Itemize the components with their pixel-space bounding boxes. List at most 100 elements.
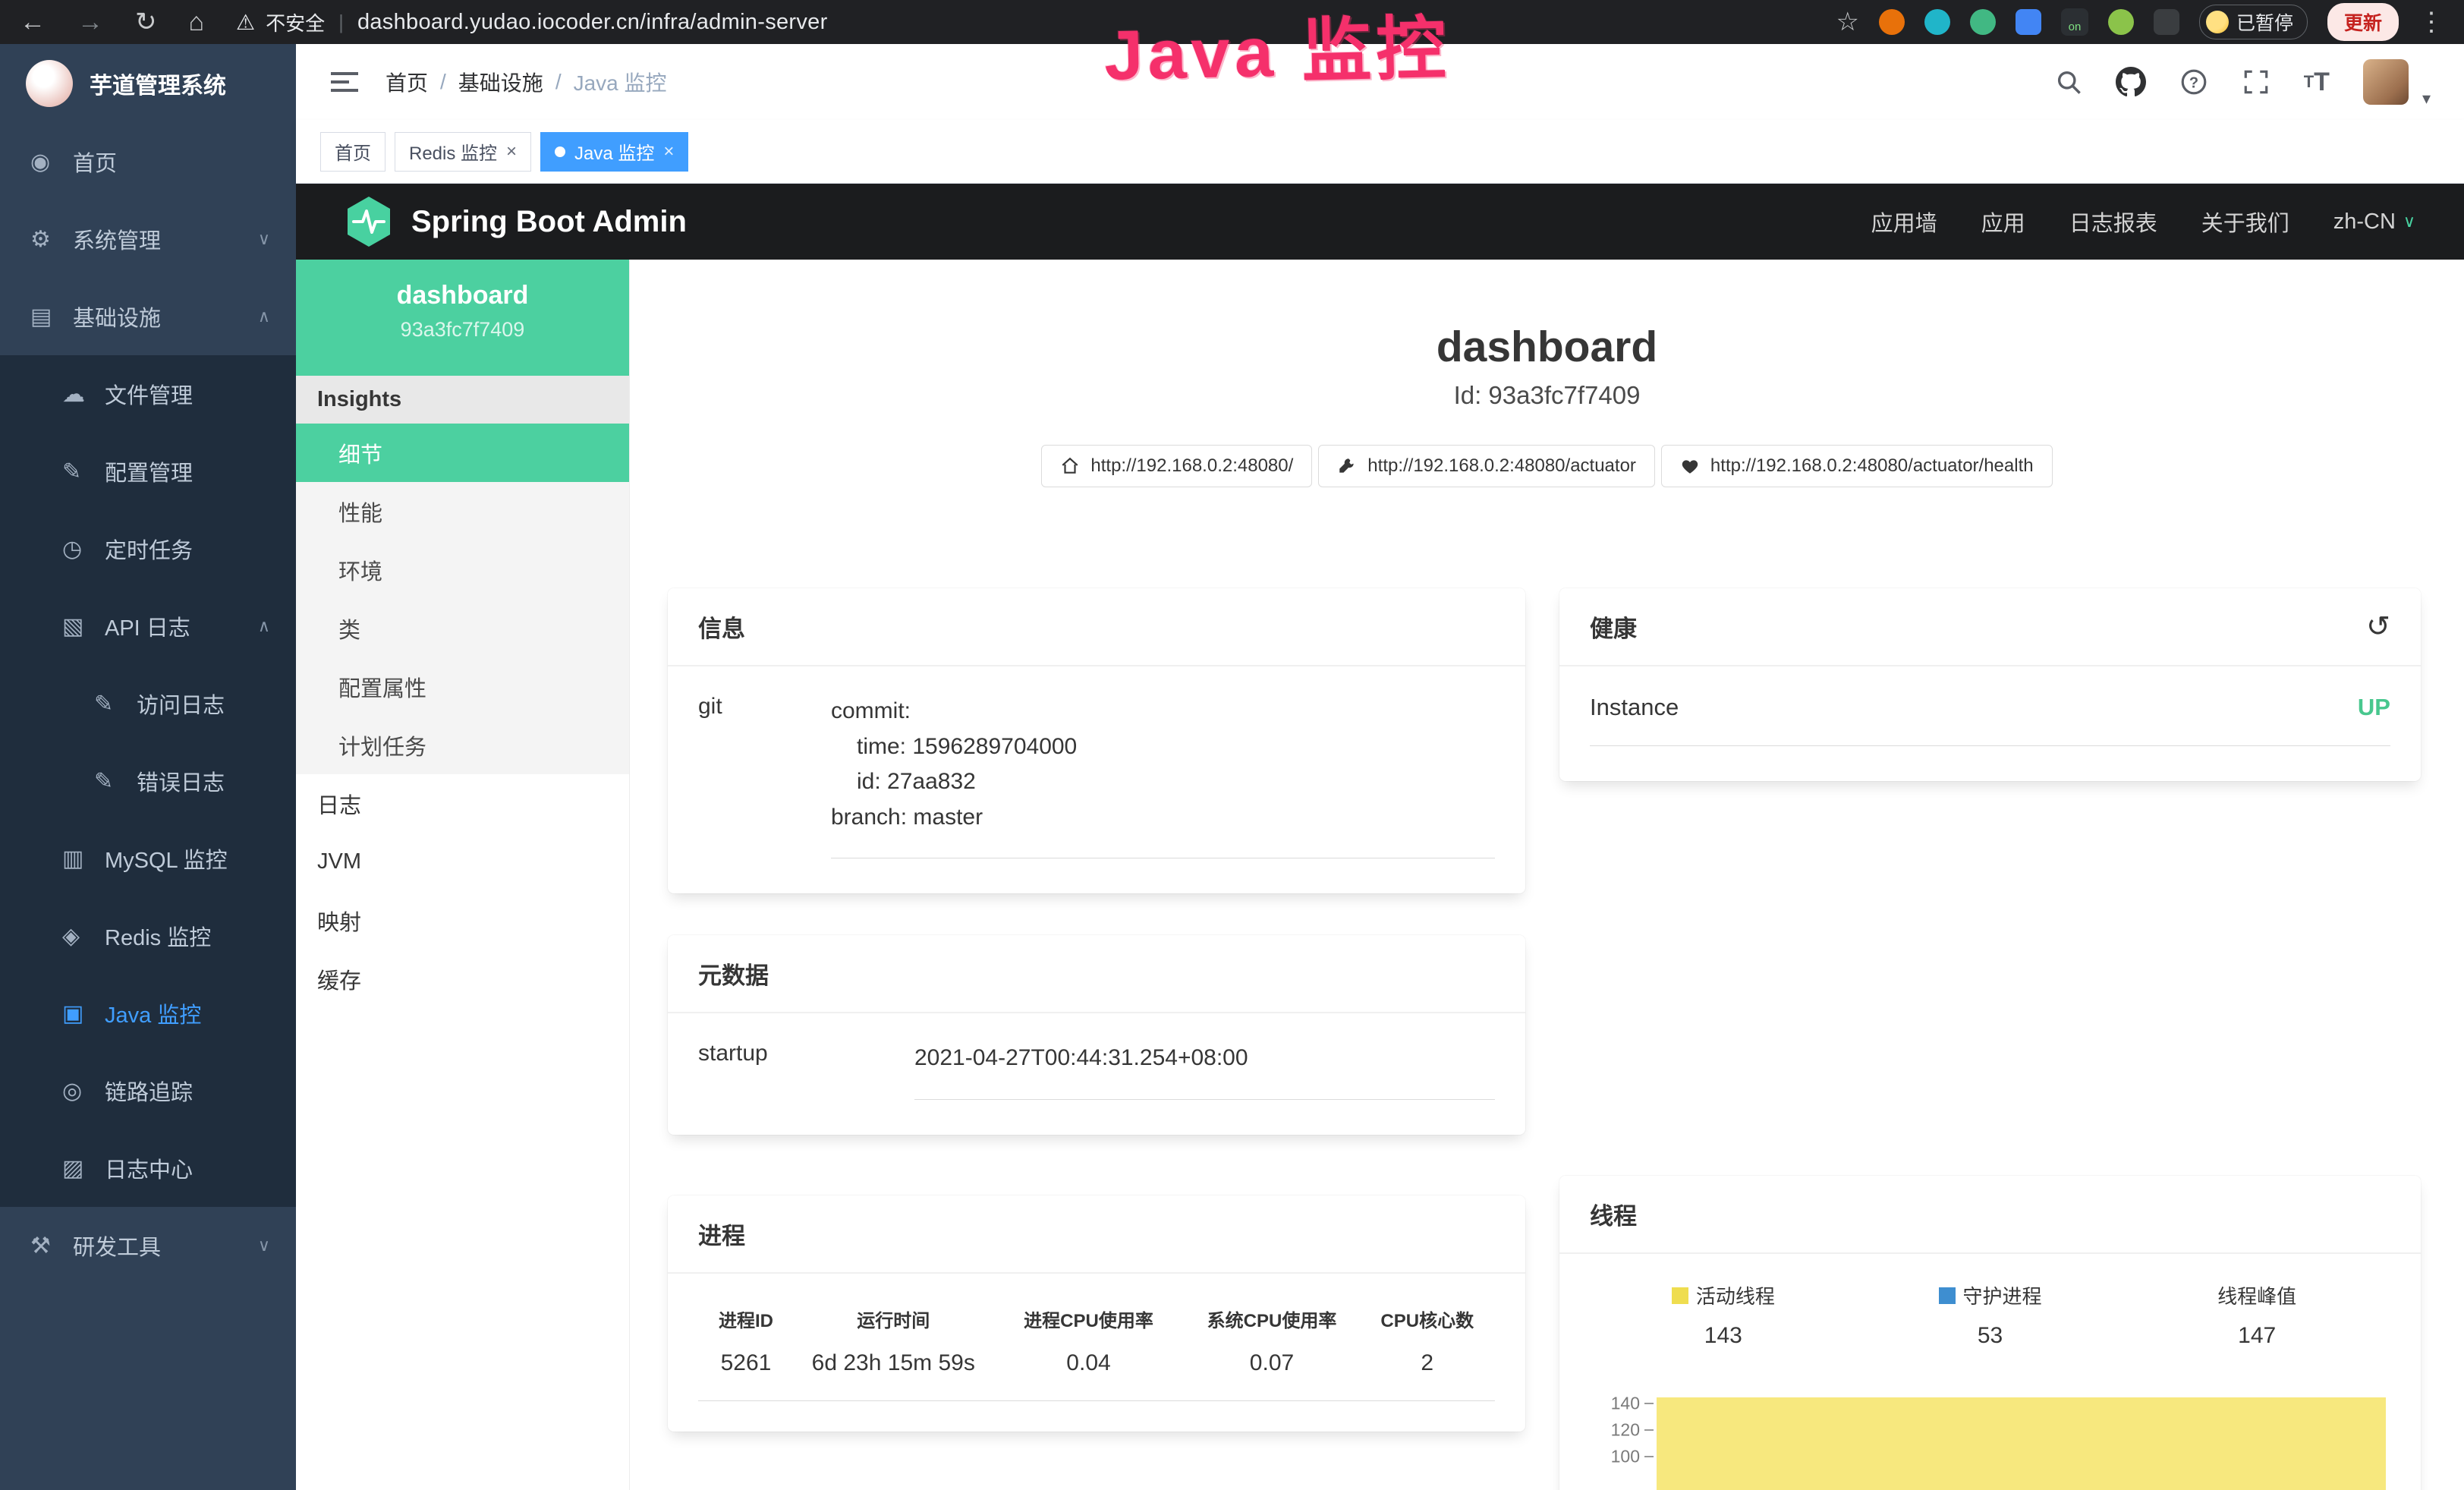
sidebar-item-config-management[interactable]: ✎ 配置管理: [0, 433, 296, 510]
forward-icon[interactable]: →: [77, 8, 103, 37]
sba-item-jvm[interactable]: JVM: [296, 833, 629, 891]
redis-icon: ◈: [62, 923, 105, 950]
sidebar-item-label: 访问日志: [137, 688, 225, 720]
sba-nav-applications[interactable]: 应用: [1981, 206, 2025, 238]
git-branch-line: branch: master: [831, 800, 1495, 836]
app-sidebar: 芋道管理系统 ◉ 首页 ⚙ 系统管理 ∨ ▤ 基础设施 ∧ ☁ 文件管理 ✎ 配…: [0, 44, 296, 1490]
extension-icon[interactable]: [1879, 9, 1905, 35]
health-url-link[interactable]: http://192.168.0.2:48080/actuator/health: [1661, 445, 2053, 487]
actuator-url-link[interactable]: http://192.168.0.2:48080/actuator: [1318, 445, 1655, 487]
sidebar-item-error-logs[interactable]: ✎ 错误日志: [0, 742, 296, 820]
browser-menu-icon[interactable]: ⋮: [2418, 7, 2444, 37]
locale-selector[interactable]: zh-CN ∨: [2333, 209, 2415, 235]
health-card: 健康 ↺ Instance UP: [1559, 588, 2421, 781]
process-card-header: 进程: [668, 1195, 1525, 1274]
proxy-switch-icon[interactable]: on: [2061, 8, 2088, 36]
sba-item-config-props[interactable]: 配置属性: [296, 657, 629, 716]
git-commit-line: commit:: [831, 694, 1495, 729]
clock-icon: ◷: [62, 536, 105, 562]
extension-icon[interactable]: [2108, 9, 2134, 35]
sba-nav-wallboard[interactable]: 应用墙: [1871, 206, 1937, 238]
instance-links: http://192.168.0.2:48080/ http://192.168…: [630, 445, 2464, 487]
sba-item-metrics[interactable]: 性能: [296, 482, 629, 540]
extension-icon[interactable]: [1924, 9, 1950, 35]
reload-icon[interactable]: ↻: [135, 7, 157, 37]
database-icon: ▥: [62, 846, 105, 872]
sidebar-item-link-tracing[interactable]: ◎ 链路追踪: [0, 1052, 296, 1129]
breadcrumb-home[interactable]: 首页: [385, 67, 428, 97]
chevron-down-icon: ∨: [258, 1236, 270, 1255]
actuator-url-label: http://192.168.0.2:48080/actuator: [1367, 455, 1636, 477]
font-size-icon[interactable]: TT: [2304, 68, 2330, 97]
sba-brand[interactable]: Spring Boot Admin: [345, 195, 687, 248]
sidebar-item-log-center[interactable]: ▨ 日志中心: [0, 1129, 296, 1207]
ytick-100: 100: [1590, 1447, 1640, 1467]
close-icon[interactable]: ×: [506, 141, 517, 162]
left-column: 信息 git commit: time: 1596289704000 id: 2…: [668, 588, 1525, 1432]
sba-item-environment[interactable]: 环境: [296, 540, 629, 599]
ytick-120: 120: [1590, 1420, 1640, 1441]
bookmark-star-icon[interactable]: ☆: [1836, 7, 1858, 37]
avatar[interactable]: [2363, 59, 2409, 105]
github-icon[interactable]: [2116, 67, 2146, 97]
sba-item-mappings[interactable]: 映射: [296, 891, 629, 950]
wrench-icon: [1337, 456, 1357, 476]
search-icon[interactable]: [2055, 68, 2082, 96]
paused-badge[interactable]: 已暂停: [2199, 5, 2308, 39]
extension-icon[interactable]: [2016, 9, 2041, 35]
live-threads-area: [1657, 1397, 2386, 1490]
tab-home[interactable]: 首页: [320, 132, 385, 172]
chrome-update-button[interactable]: 更新: [2327, 3, 2399, 41]
breadcrumb-current: Java 监控: [574, 67, 667, 97]
sidebar-item-access-logs[interactable]: ✎ 访问日志: [0, 665, 296, 742]
app-logo-bar[interactable]: 芋道管理系统: [0, 44, 296, 123]
header-actions: ? TT ▾: [2055, 55, 2431, 109]
process-col-pid: 进程ID: [698, 1301, 794, 1350]
sba-instance-header[interactable]: dashboard 93a3fc7f7409: [296, 260, 629, 376]
java-monitor-icon: ▣: [62, 1000, 105, 1027]
sidebar-item-scheduled-jobs[interactable]: ◷ 定时任务: [0, 510, 296, 587]
locale-label: zh-CN: [2333, 209, 2396, 235]
history-icon[interactable]: ↺: [2366, 613, 2390, 641]
hamburger-icon[interactable]: [329, 70, 360, 94]
sidebar-item-mysql-monitor[interactable]: ▥ MySQL 监控: [0, 820, 296, 897]
target-icon: ◎: [62, 1078, 105, 1104]
sidebar-item-home[interactable]: ◉ 首页: [0, 123, 296, 200]
sba-brand-title: Spring Boot Admin: [411, 205, 687, 239]
sidebar-item-java-monitor[interactable]: ▣ Java 监控: [0, 975, 296, 1052]
help-icon[interactable]: ?: [2179, 68, 2208, 96]
service-url-link[interactable]: http://192.168.0.2:48080/: [1041, 445, 1312, 487]
sba-item-details[interactable]: 细节: [296, 424, 629, 482]
process-pid-value: 5261: [698, 1350, 794, 1401]
address-bar[interactable]: dashboard.yudao.iocoder.cn/infra/admin-s…: [357, 10, 828, 35]
sba-item-logs[interactable]: 日志: [296, 774, 629, 833]
tab-redis-monitor[interactable]: Redis 监控 ×: [395, 132, 531, 172]
service-url-label: http://192.168.0.2:48080/: [1090, 455, 1293, 477]
sba-item-classes[interactable]: 类: [296, 599, 629, 657]
health-instance-row[interactable]: Instance UP: [1590, 694, 2390, 746]
metadata-card-title: 元数据: [698, 956, 769, 991]
sidebar-item-redis-monitor[interactable]: ◈ Redis 监控: [0, 897, 296, 975]
security-chip[interactable]: ⚠ 不安全: [236, 8, 325, 36]
sidebar-item-api-logs[interactable]: ▧ API 日志 ∧: [0, 587, 296, 665]
cloud-icon: ☁: [62, 381, 105, 408]
back-icon[interactable]: ←: [20, 8, 46, 37]
vue-devtools-icon[interactable]: [1970, 9, 1996, 35]
sidebar-item-system-management[interactable]: ⚙ 系统管理 ∨: [0, 200, 296, 278]
legend-peak-label: 线程峰值: [2217, 1281, 2296, 1309]
sba-item-caches[interactable]: 缓存: [296, 950, 629, 1008]
breadcrumb-infrastructure[interactable]: 基础设施: [458, 67, 543, 97]
health-url-label: http://192.168.0.2:48080/actuator/health: [1710, 455, 2034, 477]
sidebar-item-dev-tools[interactable]: ⚒ 研发工具 ∨: [0, 1207, 296, 1284]
extension-icon[interactable]: [2154, 9, 2179, 35]
sba-item-scheduled-tasks[interactable]: 计划任务: [296, 716, 629, 774]
tab-java-monitor[interactable]: Java 监控 ×: [540, 132, 688, 172]
browser-home-icon[interactable]: ⌂: [189, 8, 205, 37]
emoji-face-icon: [2206, 11, 2229, 33]
sidebar-item-infrastructure[interactable]: ▤ 基础设施 ∧: [0, 278, 296, 355]
sba-nav-about[interactable]: 关于我们: [2201, 206, 2289, 238]
sba-nav-journal[interactable]: 日志报表: [2069, 206, 2157, 238]
fullscreen-icon[interactable]: [2242, 68, 2270, 96]
sidebar-item-file-management[interactable]: ☁ 文件管理: [0, 355, 296, 433]
close-icon[interactable]: ×: [663, 141, 674, 162]
